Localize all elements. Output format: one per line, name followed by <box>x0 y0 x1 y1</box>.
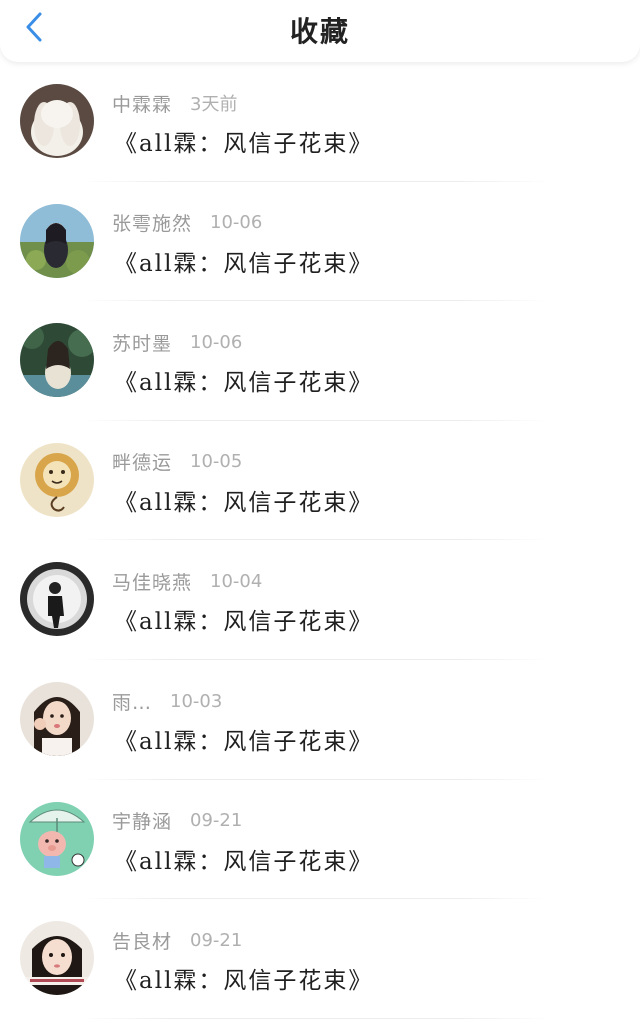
girl-selfie-avatar <box>20 682 94 756</box>
work-title[interactable]: 《all霖：风信子花束》 <box>114 124 373 158</box>
avatar[interactable] <box>20 84 94 158</box>
list-item[interactable]: 告良材 09-21 《all霖：风信子花束》 <box>0 899 640 1019</box>
list-item[interactable]: 畔德运 10-05 《all霖：风信子花束》 <box>0 421 640 541</box>
user-name[interactable]: 宇静涵 <box>112 807 172 834</box>
work-title[interactable]: 《all霖：风信子花束》 <box>114 483 373 517</box>
meta-line: 雨… 10-03 <box>112 688 222 714</box>
avatar[interactable] <box>20 801 94 876</box>
meta-line: 马佳晓燕 10-04 <box>112 568 262 594</box>
list-item[interactable]: 中霖霖 3天前 《all霖：风信子花束》 <box>0 62 640 182</box>
timestamp: 10-04 <box>210 570 263 592</box>
avatar[interactable] <box>20 562 94 637</box>
user-name[interactable]: 告良材 <box>112 927 172 954</box>
user-name[interactable]: 中霖霖 <box>112 90 172 117</box>
meta-line: 畔德运 10-05 <box>112 449 242 475</box>
bunny-avatar <box>20 84 94 158</box>
avatar[interactable] <box>20 921 94 996</box>
user-name[interactable]: 畔德运 <box>112 448 172 475</box>
user-name[interactable]: 张雩施然 <box>112 209 192 236</box>
meta-line: 宇静涵 09-21 <box>112 808 242 834</box>
work-title[interactable]: 《all霖：风信子花束》 <box>114 722 373 756</box>
user-name[interactable]: 马佳晓燕 <box>112 568 192 595</box>
meta-line: 中霖霖 3天前 <box>112 90 237 116</box>
cartoon-lion-avatar <box>20 442 94 517</box>
timestamp: 10-06 <box>190 331 243 353</box>
page-title: 收藏 <box>289 15 350 48</box>
work-title[interactable]: 《all霖：风信子花束》 <box>114 363 373 397</box>
girl-portrait-avatar <box>20 921 94 996</box>
avatar[interactable] <box>20 682 94 756</box>
list-item[interactable]: 张雩施然 10-06 《all霖：风信子花束》 <box>0 182 640 302</box>
list-item[interactable]: 雨… 10-03 《all霖：风信子花束》 <box>0 660 640 780</box>
cartoon-pig-avatar <box>20 801 94 876</box>
divider <box>80 1017 550 1019</box>
work-title[interactable]: 《all霖：风信子花束》 <box>114 244 373 278</box>
timestamp: 10-06 <box>210 212 263 234</box>
list-item[interactable]: 马佳晓燕 10-04 《all霖：风信子花束》 <box>0 540 640 660</box>
timestamp: 3天前 <box>190 94 238 115</box>
top-bar: 收藏 <box>0 0 640 62</box>
avatar[interactable] <box>20 323 94 398</box>
work-title[interactable]: 《all霖：风信子花束》 <box>114 842 373 876</box>
list-item[interactable]: 宇静涵 09-21 《all霖：风信子花束》 <box>0 780 640 900</box>
meta-line: 苏时墨 10-06 <box>112 329 242 355</box>
avatar[interactable] <box>20 442 94 517</box>
meta-line: 张雩施然 10-06 <box>112 210 262 236</box>
work-title[interactable]: 《all霖：风信子花束》 <box>114 961 373 995</box>
timestamp: 10-05 <box>190 451 243 473</box>
work-title[interactable]: 《all霖：风信子花束》 <box>114 602 373 636</box>
timestamp: 09-21 <box>190 810 243 832</box>
girl-outdoor-avatar <box>20 203 94 278</box>
user-name[interactable]: 雨… <box>112 688 152 715</box>
meta-line: 告良材 09-21 <box>112 927 242 953</box>
user-name[interactable]: 苏时墨 <box>112 329 172 356</box>
bw-figure-avatar <box>20 562 94 637</box>
favorites-list: 中霖霖 3天前 《all霖：风信子花束》 张雩施然 10-06 《all霖：风信… <box>0 62 640 1030</box>
avatar[interactable] <box>20 203 94 278</box>
girl-garden-avatar <box>20 323 94 398</box>
list-item[interactable]: 苏时墨 10-06 《all霖：风信子花束》 <box>0 301 640 421</box>
timestamp: 09-21 <box>190 929 243 951</box>
timestamp: 10-03 <box>170 690 223 712</box>
